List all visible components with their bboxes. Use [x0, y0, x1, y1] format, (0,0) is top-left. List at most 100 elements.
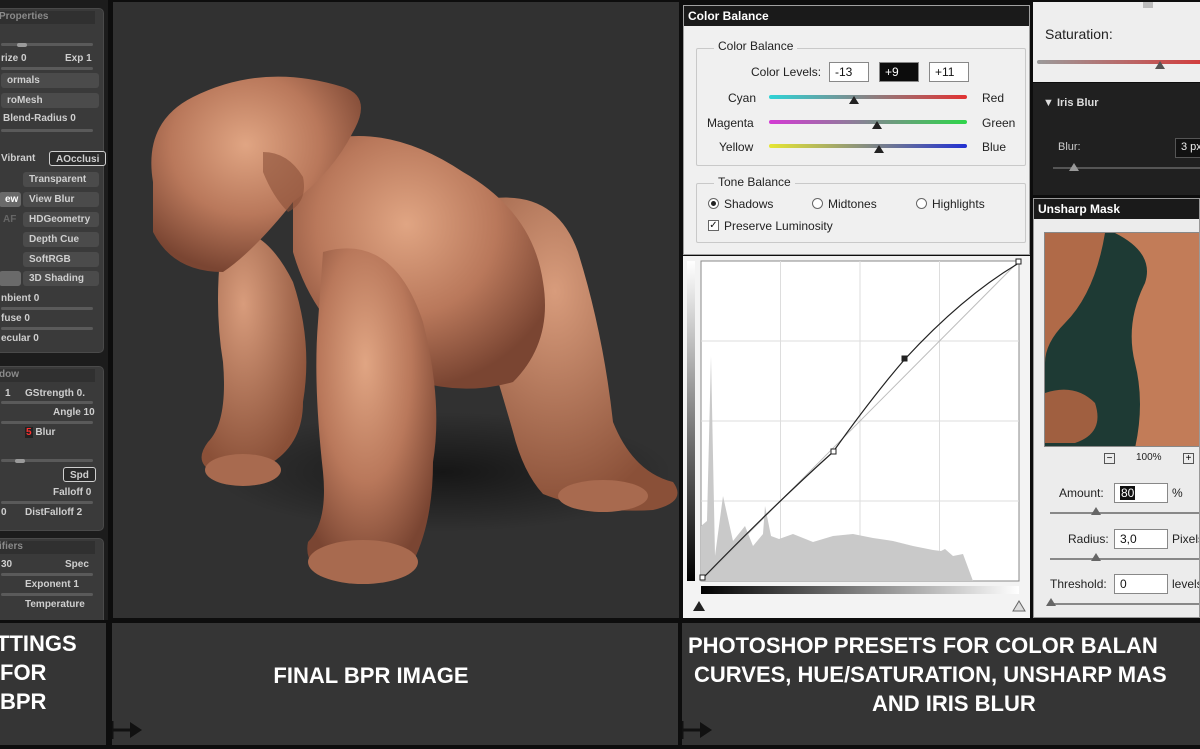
color-levels-label: Color Levels:	[751, 65, 822, 79]
color-level-magenta-green[interactable]: +9	[879, 62, 919, 82]
depth-cue-toggle[interactable]: Depth Cue	[23, 232, 99, 247]
render-properties-group: Properties rize 0 Exp 1 ormals roMesh Bl…	[0, 8, 107, 353]
radius-input[interactable]: 3,0	[1114, 529, 1168, 549]
hue-saturation-panel: Saturation:	[1033, 2, 1200, 82]
exp-slider[interactable]	[1, 67, 93, 70]
ambient-slider[interactable]	[1, 307, 93, 310]
threshold-unit: levels	[1172, 577, 1200, 591]
dist-left-value[interactable]: 0	[1, 505, 7, 520]
preserve-luminosity-label: Preserve Luminosity	[724, 219, 833, 233]
blend-radius-value[interactable]: Blend-Radius 0	[3, 111, 76, 126]
caption-photoshop-presets: PHOTOSHOP PRESETS FOR COLOR BALAN CURVES…	[682, 623, 1200, 745]
spec-value[interactable]: Spec	[65, 557, 89, 572]
color-balance-dialog: Color Balance Color Balance Color Levels…	[683, 5, 1030, 255]
curve-point-mid[interactable]	[830, 448, 837, 455]
caption-right-line-1: PHOTOSHOP PRESETS FOR COLOR BALAN	[688, 633, 1158, 658]
caption-middle: FINAL BPR IMAGE	[273, 663, 469, 688]
midtones-radio[interactable]	[812, 198, 823, 209]
diffuse-slider[interactable]	[1, 327, 93, 330]
spec-slider[interactable]	[1, 573, 93, 576]
radius-knob[interactable]	[1091, 553, 1101, 561]
iris-blur-title[interactable]: ▼ Iris Blur	[1043, 97, 1099, 109]
magenta-green-knob[interactable]	[872, 121, 882, 129]
caption-right-line-2: CURVES, HUE/SATURATION, UNSHARP MAS	[694, 662, 1167, 687]
magenta-green-track[interactable]	[769, 120, 967, 124]
color-level-cyan-red[interactable]: -13	[829, 62, 869, 82]
softrgb-toggle[interactable]: SoftRGB	[23, 252, 99, 267]
iris-blur-title-text: Iris Blur	[1056, 97, 1099, 109]
threshold-input[interactable]: 0	[1114, 574, 1168, 594]
falloff-slider[interactable]	[1, 501, 93, 504]
iris-blur-knob[interactable]	[1069, 163, 1079, 171]
amount-knob[interactable]	[1091, 507, 1101, 515]
radius-label: Radius:	[1068, 532, 1109, 546]
radius-track[interactable]	[1050, 558, 1199, 560]
saturation-track[interactable]	[1037, 60, 1200, 64]
cyan-label: Cyan	[728, 91, 757, 105]
saturation-label: Saturation:	[1045, 26, 1113, 42]
3d-shading-toggle[interactable]: 3D Shading	[23, 271, 99, 286]
spd-button[interactable]: Spd	[63, 467, 96, 482]
curve-point-black[interactable]	[699, 574, 706, 581]
cyan-red-knob[interactable]	[849, 96, 859, 104]
cyan-red-track[interactable]	[769, 95, 967, 99]
exponent-value[interactable]: Exponent 1	[25, 577, 79, 592]
color-level-yellow-blue[interactable]: +11	[929, 62, 969, 82]
angle-value[interactable]: Angle 10	[53, 405, 95, 420]
amount-label: Amount:	[1059, 486, 1104, 500]
zoom-in-button[interactable]: +	[1183, 453, 1194, 464]
highlights-radio[interactable]	[916, 198, 927, 209]
transparent-toggle[interactable]: Transparent	[23, 172, 99, 187]
unsharp-preview[interactable]	[1044, 232, 1199, 447]
saturation-knob[interactable]	[1155, 61, 1165, 69]
view-blur-toggle[interactable]: View Blur	[23, 192, 99, 207]
normals-button[interactable]: ormals	[1, 73, 99, 88]
amount-input[interactable]: 80	[1114, 483, 1168, 503]
yellow-blue-knob[interactable]	[874, 145, 884, 153]
view-toggle[interactable]: ew	[0, 192, 21, 207]
amount-value: 80	[1120, 486, 1136, 500]
shading-left-toggle[interactable]	[0, 271, 21, 286]
blend-radius-slider[interactable]	[1, 129, 93, 132]
blur-control[interactable]: 5 Blur	[25, 425, 55, 440]
top-slider-knob[interactable]	[17, 43, 27, 47]
curve-point-upper[interactable]	[901, 355, 908, 362]
temperature-value[interactable]: Temperature	[25, 597, 85, 612]
shadows-label: Shadows	[724, 197, 774, 211]
specular-value[interactable]: ecular 0	[1, 331, 39, 346]
caption-bpr-settings: TTINGS FOR BPR	[0, 623, 106, 745]
exponent-slider[interactable]	[1, 593, 93, 596]
shadow-group: dow 1 GStrength 0. Angle 10 5 Blur Spd F…	[0, 366, 104, 531]
zoom-out-button[interactable]: −	[1104, 453, 1115, 464]
threshold-track[interactable]	[1050, 603, 1199, 605]
yellow-blue-track[interactable]	[769, 144, 967, 148]
iris-blur-value[interactable]: 3 px	[1175, 138, 1200, 158]
amount-track[interactable]	[1050, 512, 1199, 514]
gstrength-slider[interactable]	[1, 401, 93, 404]
angle-slider[interactable]	[1, 421, 93, 424]
threshold-knob[interactable]	[1046, 598, 1056, 606]
rasterize-value[interactable]: rize 0	[1, 51, 27, 66]
curves-graph[interactable]	[683, 256, 1030, 618]
af-toggle[interactable]: AF	[3, 212, 16, 227]
highlights-label: Highlights	[932, 197, 985, 211]
vibrant-toggle[interactable]: Vibrant	[1, 151, 35, 166]
diffuse-value[interactable]: fuse 0	[1, 311, 30, 326]
output-gradient	[701, 586, 1019, 594]
curve-point-white[interactable]	[1015, 258, 1022, 265]
shadows-radio[interactable]	[708, 198, 719, 209]
gstrength-value[interactable]: GStrength 0.	[25, 386, 85, 401]
shadow-left-value[interactable]: 1	[5, 386, 11, 401]
falloff-value[interactable]: Falloff 0	[53, 485, 91, 500]
aocclusion-toggle[interactable]: AOcclusi	[49, 151, 107, 166]
hdgeometry-toggle[interactable]: HDGeometry	[23, 212, 99, 227]
spec-left-value[interactable]: 30	[1, 557, 12, 572]
geomesh-button[interactable]: roMesh	[1, 93, 99, 108]
ambient-value[interactable]: nbient 0	[1, 291, 39, 306]
exp-value[interactable]: Exp 1	[65, 51, 92, 66]
preserve-luminosity-checkbox[interactable]: ✓	[708, 220, 719, 231]
iris-blur-label: Blur:	[1058, 141, 1081, 153]
blur-slider-knob[interactable]	[15, 459, 25, 463]
top-slider[interactable]	[1, 43, 93, 46]
dist-falloff-value[interactable]: DistFalloff 2	[25, 505, 82, 520]
